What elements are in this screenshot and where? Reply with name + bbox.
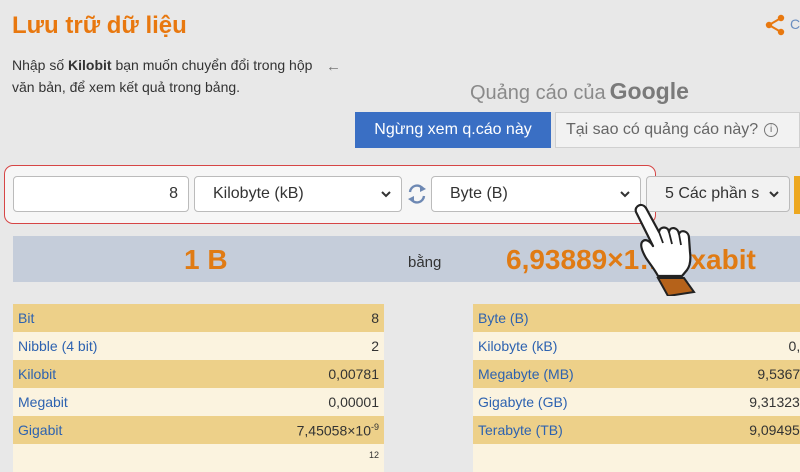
unit-value: 12: [368, 449, 379, 460]
left-results-table: Bit 8 Nibble (4 bit) 2 Kilobit 0,00781 Mega…: [13, 304, 384, 472]
convert-button[interactable]: [794, 176, 800, 214]
value-input[interactable]: [13, 176, 189, 212]
chevron-down-icon: [769, 191, 779, 198]
table-row: Byte (B): [473, 304, 800, 332]
unit-value: 9,31323×: [749, 394, 800, 410]
table-row: 12: [13, 444, 384, 472]
unit-link[interactable]: Kilobyte (kB): [478, 338, 557, 354]
to-unit-select[interactable]: Byte (B): [431, 176, 641, 212]
unit-link[interactable]: Nibble (4 bit): [18, 338, 97, 354]
chevron-down-icon: [620, 191, 630, 198]
google-logo: Google: [609, 78, 689, 104]
unit-link[interactable]: Megabyte (MB): [478, 366, 574, 382]
unit-value: 0,00781: [328, 366, 379, 382]
unit-value: 2: [371, 338, 379, 354]
right-results-table: Byte (B) Kilobyte (kB) 0,0 Megabyte (MB) 9…: [473, 304, 800, 472]
unit-value: 8: [371, 310, 379, 326]
unit-value: 0,00001: [328, 394, 379, 410]
unit-link[interactable]: Terabyte (TB): [478, 422, 563, 438]
unit-link[interactable]: Bit: [18, 310, 34, 326]
table-row: Nibble (4 bit) 2: [13, 332, 384, 360]
stop-ad-button[interactable]: Ngừng xem q.cáo này: [355, 112, 551, 148]
table-row: Gigabyte (GB) 9,31323×: [473, 388, 800, 416]
to-unit-value: Byte (B): [450, 185, 508, 202]
share-label[interactable]: C: [790, 16, 800, 32]
unit-value: 9,09495×: [749, 422, 800, 438]
info-icon: i: [764, 123, 779, 137]
unit-value: 9,53674: [757, 366, 800, 382]
table-row: Megabit 0,00001: [13, 388, 384, 416]
table-row: Terabyte (TB) 9,09495×: [473, 416, 800, 444]
unit-value: 0,0: [788, 338, 800, 354]
table-row: Megabyte (MB) 9,53674: [473, 360, 800, 388]
result-input-value: 1 B: [184, 244, 228, 275]
pointing-hand-icon: [634, 203, 696, 296]
unit-link[interactable]: Kilobit: [18, 366, 56, 382]
unit-value: 7,45058×10-9: [296, 421, 379, 439]
share-icon[interactable]: [764, 14, 786, 36]
chevron-down-icon: [381, 191, 391, 198]
from-unit-select[interactable]: Kilobyte (kB): [194, 176, 402, 212]
intro-text: Nhập số Kilobit bạn muốn chuyển đổi tron…: [12, 57, 313, 95]
table-row: [473, 444, 800, 472]
unit-link[interactable]: Gigabyte (GB): [478, 394, 567, 410]
back-arrow-icon[interactable]: ←: [326, 58, 341, 75]
unit-link[interactable]: Byte (B): [478, 310, 529, 326]
result-equals-label: bằng: [408, 254, 442, 271]
intro-unit: Kilobit: [68, 57, 112, 73]
table-row: Bit 8: [13, 304, 384, 332]
swap-icon[interactable]: [405, 182, 429, 206]
unit-link[interactable]: Megabit: [18, 394, 68, 410]
from-unit-value: Kilobyte (kB): [213, 185, 304, 202]
table-row: Gigabit 7,45058×10-9: [13, 416, 384, 444]
result-output-value: 6,93889×1… exabit: [506, 244, 756, 275]
ad-header: Quảng cáo của Google: [470, 78, 689, 104]
unit-link[interactable]: Gigabit: [18, 422, 62, 438]
why-ad-button[interactable]: Tại sao có quảng cáo này? i: [555, 112, 800, 148]
page-title: Lưu trữ dữ liệu: [12, 12, 187, 39]
table-row: Kilobit 0,00781: [13, 360, 384, 388]
table-row: Kilobyte (kB) 0,0: [473, 332, 800, 360]
